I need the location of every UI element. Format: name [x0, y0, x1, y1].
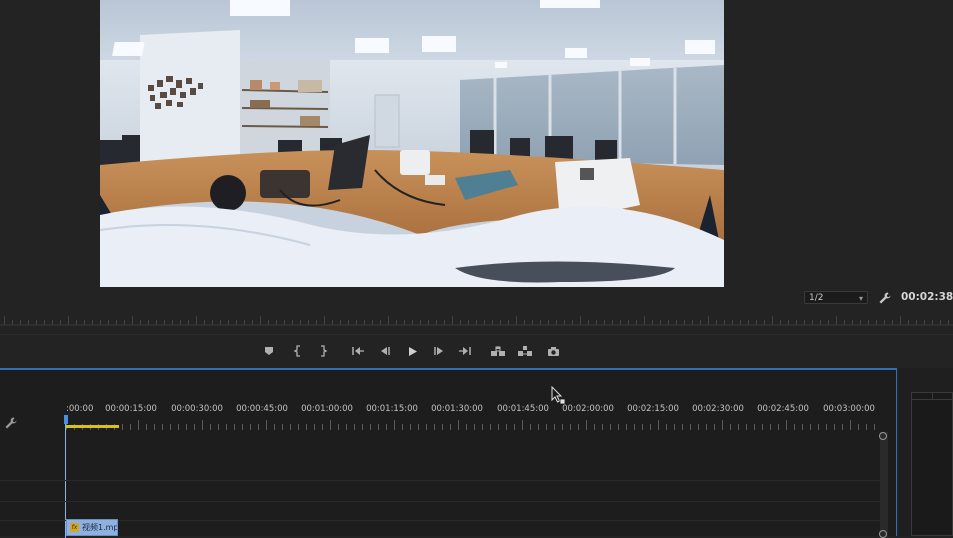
fit-dropdown-value: 1/2: [809, 293, 824, 303]
marker-icon: [265, 347, 273, 355]
ruler-label: 00:02:15:00: [627, 404, 679, 414]
monitor-time-ruler[interactable]: [0, 314, 953, 326]
ruler-label: 00:02:45:00: [757, 404, 809, 414]
ruler-label: 00:01:15:00: [366, 404, 418, 414]
step-forward-button[interactable]: [431, 343, 447, 359]
wrench-icon[interactable]: [4, 415, 18, 429]
fx-badge: fx: [70, 523, 79, 532]
ruler-label: 00:03:00:00: [823, 404, 875, 414]
ruler-label: 00:00:15:00: [105, 404, 157, 414]
clip-label: 视频1.mp: [82, 523, 118, 532]
mark-in-button[interactable]: [290, 343, 306, 359]
ruler-label: 00:02:00:00: [562, 404, 614, 414]
go-to-out-button[interactable]: [457, 343, 473, 359]
add-marker-button[interactable]: [261, 343, 277, 359]
mouse-cursor-icon: [551, 386, 566, 405]
mark-out-button[interactable]: [315, 343, 331, 359]
side-panel-frame: [911, 392, 953, 536]
playhead-timecode[interactable]: 00:02:38:0: [901, 291, 953, 303]
camera-icon: [547, 346, 559, 356]
play-icon: [408, 346, 417, 356]
mark-in-icon: [293, 345, 300, 357]
chevron-down-icon: ▾: [858, 294, 863, 303]
transport-controls: [0, 334, 953, 367]
panorama-office-frame: [100, 0, 724, 287]
scroll-handle-top[interactable]: [879, 432, 887, 440]
step-back-icon: [381, 347, 390, 355]
ruler-label: 00:02:30:00: [692, 404, 744, 414]
step-forward-icon: [434, 347, 443, 355]
timeline-panel: :00:00 00:00:15:00 00:00:30:00 00:00:45:…: [0, 368, 897, 538]
timeline-time-ruler[interactable]: :00:00 00:00:15:00 00:00:30:00 00:00:45:…: [66, 404, 882, 432]
lift-icon: [491, 346, 505, 356]
track-divider: [0, 480, 880, 481]
program-monitor: 1/2 ▾ 00:02:38:0: [0, 0, 953, 334]
export-frame-button[interactable]: [545, 343, 561, 359]
go-to-in-button[interactable]: [350, 343, 366, 359]
timeline-vertical-scrollbar[interactable]: [879, 432, 888, 538]
step-back-button[interactable]: [377, 343, 393, 359]
ruler-label: 00:01:00:00: [301, 404, 353, 414]
go-to-in-icon: [352, 347, 364, 355]
wrench-icon[interactable]: [878, 290, 892, 304]
track-divider: [0, 520, 880, 521]
side-panel: [899, 368, 953, 536]
video-preview[interactable]: [100, 0, 724, 287]
track-divider: [0, 501, 880, 502]
playhead-handle[interactable]: [64, 415, 68, 424]
ruler-ticks: [66, 420, 875, 430]
fit-dropdown[interactable]: 1/2 ▾: [804, 291, 868, 304]
video-clip[interactable]: fx 视频1.mp: [66, 519, 118, 536]
work-area-bar[interactable]: [66, 425, 119, 428]
mark-out-icon: [321, 345, 328, 357]
divider: [932, 392, 933, 400]
ruler-label: 00:01:30:00: [431, 404, 483, 414]
extract-icon: [518, 346, 532, 356]
extract-button[interactable]: [517, 343, 533, 359]
lift-button[interactable]: [490, 343, 506, 359]
play-button[interactable]: [404, 343, 420, 359]
scroll-handle-bottom[interactable]: [879, 530, 887, 538]
ruler-label: 00:00:30:00: [171, 404, 223, 414]
go-to-out-icon: [459, 347, 471, 355]
ruler-label: 00:01:45:00: [497, 404, 549, 414]
ruler-label: 00:00:45:00: [236, 404, 288, 414]
ruler-label: :00:00: [66, 404, 94, 414]
